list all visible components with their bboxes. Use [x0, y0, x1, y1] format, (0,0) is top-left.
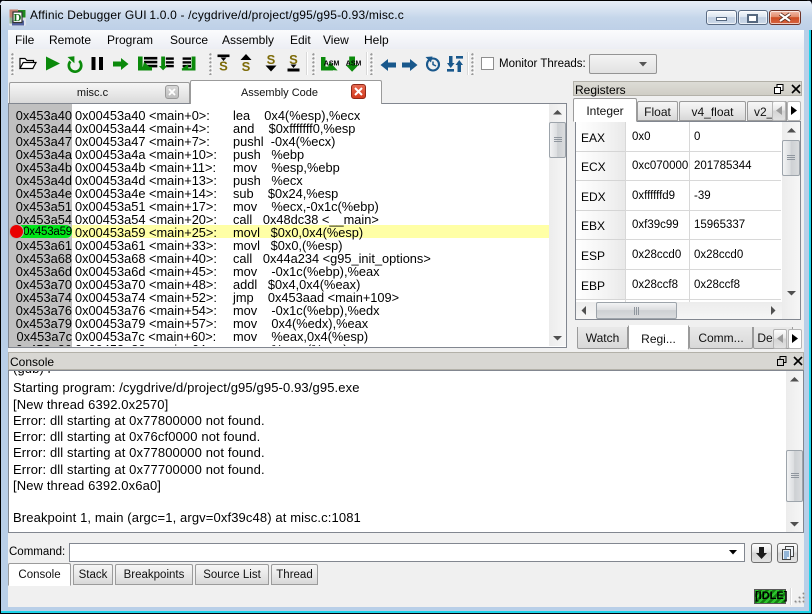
svg-text:ASM: ASM — [346, 61, 362, 68]
svg-text:S: S — [267, 52, 276, 67]
svg-text:S: S — [219, 59, 228, 74]
svg-text:S: S — [242, 59, 251, 74]
svg-text:ASM: ASM — [324, 61, 340, 68]
svg-text:D: D — [14, 12, 22, 24]
